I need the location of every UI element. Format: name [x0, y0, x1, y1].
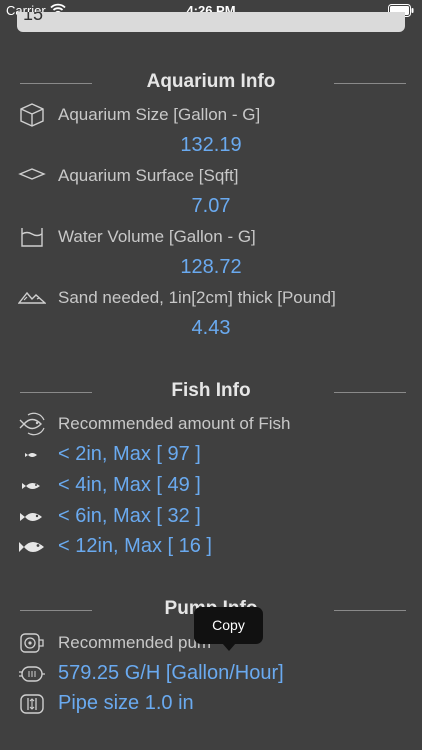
recommended-fish-label: Recommended amount of Fish	[58, 414, 291, 433]
pipe-size-value[interactable]: Pipe size 1.0 in	[58, 692, 194, 715]
cube-icon	[18, 103, 46, 127]
fish-6in-value[interactable]: < 6in, Max [ 32 ]	[58, 505, 201, 528]
aquarium-size-label: Aquarium Size [Gallon - G]	[58, 105, 261, 124]
tooltip-arrow	[222, 643, 236, 651]
water-volume-label: Water Volume [Gallon - G]	[58, 227, 256, 246]
medium-fish-icon	[18, 505, 46, 529]
pump-cylinder-icon	[18, 662, 46, 686]
recommended-pump-label: Recommended pum	[58, 633, 212, 652]
large-fish-icon	[18, 535, 46, 559]
fish-6in-row[interactable]: < 6in, Max [ 32 ]	[0, 505, 422, 531]
sand-mountain-icon	[18, 286, 46, 310]
divider-right	[334, 83, 406, 84]
recommended-fish-row: Recommended amount of Fish	[0, 412, 422, 438]
aquarium-surface-label: Aquarium Surface [Sqft]	[58, 166, 239, 185]
previous-input-value: 15	[23, 12, 44, 24]
copy-tooltip[interactable]: Copy	[194, 607, 263, 651]
aquarium-info-title: Aquarium Info	[146, 71, 276, 92]
water-tank-icon	[18, 225, 46, 249]
pump-gear-icon	[18, 631, 46, 655]
surface-diamond-icon	[18, 164, 46, 188]
small-fish-icon	[18, 474, 46, 498]
water-volume-value[interactable]: 128.72	[0, 256, 422, 279]
sand-needed-value[interactable]: 4.43	[0, 317, 422, 340]
aquarium-surface-row: Aquarium Surface [Sqft]	[0, 164, 422, 190]
divider-right	[334, 610, 406, 611]
aquarium-info-header: Aquarium Info	[0, 71, 422, 95]
fish-12in-value[interactable]: < 12in, Max [ 16 ]	[58, 535, 212, 558]
divider-right	[334, 392, 406, 393]
aquarium-surface-value[interactable]: 7.07	[0, 195, 422, 218]
pipe-size-icon	[18, 692, 46, 716]
copy-tooltip-label[interactable]: Copy	[212, 617, 245, 633]
tiny-fish-icon	[18, 443, 46, 467]
fish-info-header: Fish Info	[0, 380, 422, 404]
aquarium-size-row: Aquarium Size [Gallon - G]	[0, 103, 422, 129]
fish-4in-value[interactable]: < 4in, Max [ 49 ]	[58, 474, 201, 497]
fish-2in-row[interactable]: < 2in, Max [ 97 ]	[0, 443, 422, 469]
pipe-size-row[interactable]: Pipe size 1.0 in	[0, 692, 422, 718]
fish-2in-value[interactable]: < 2in, Max [ 97 ]	[58, 443, 201, 466]
pump-flow-value[interactable]: 579.25 G/H [Gallon/Hour]	[58, 662, 284, 685]
sand-needed-label: Sand needed, 1in[2cm] thick [Pound]	[58, 288, 336, 307]
previous-input-field[interactable]: 15	[17, 12, 405, 32]
sand-needed-row: Sand needed, 1in[2cm] thick [Pound]	[0, 286, 422, 312]
fish-4in-row[interactable]: < 4in, Max [ 49 ]	[0, 474, 422, 500]
pump-flow-row[interactable]: 579.25 G/H [Gallon/Hour]	[0, 662, 422, 688]
aquarium-size-value[interactable]: 132.19	[0, 134, 422, 157]
fish-12in-row[interactable]: < 12in, Max [ 16 ]	[0, 535, 422, 561]
water-volume-row: Water Volume [Gallon - G]	[0, 225, 422, 251]
fish-swirl-icon	[18, 412, 46, 436]
fish-info-title: Fish Info	[171, 380, 251, 401]
